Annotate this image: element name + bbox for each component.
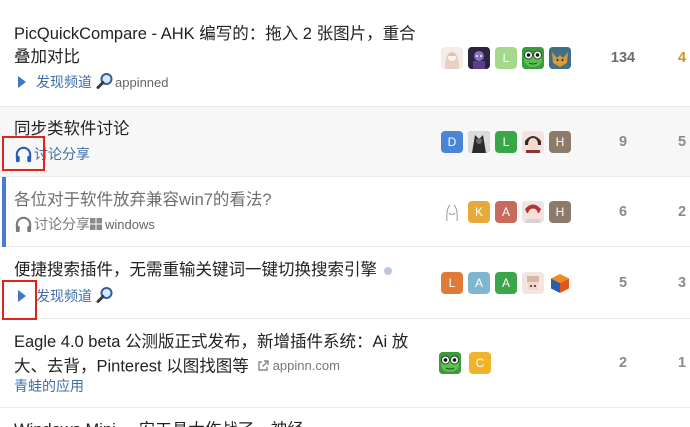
- anime-girl-avatar[interactable]: [441, 47, 463, 69]
- reply-count[interactable]: 6: [600, 204, 646, 220]
- portrait-avatar[interactable]: [522, 131, 544, 153]
- cube-avatar[interactable]: [549, 272, 571, 294]
- letter-avatar[interactable]: L: [495, 47, 517, 69]
- topic-title[interactable]: 同步类软件讨论: [14, 118, 419, 141]
- category-badge[interactable]: 发现频道: [14, 72, 92, 92]
- reply-count[interactable]: 134: [600, 50, 646, 66]
- view-count: 3: [678, 275, 687, 291]
- view-count: 4: [678, 50, 687, 66]
- category-triangle-icon: [18, 76, 26, 88]
- letter-avatar[interactable]: L: [495, 131, 517, 153]
- tag-windows[interactable]: windows: [90, 217, 155, 232]
- posters-list: D L H: [441, 131, 576, 153]
- domain-label: appinn.com: [272, 358, 340, 373]
- external-link-icon: [258, 359, 269, 371]
- view-count: 5: [678, 134, 687, 150]
- magnifier-icon: [96, 72, 114, 93]
- tag-label: appinned: [115, 74, 169, 90]
- view-count: 2: [678, 204, 687, 220]
- red-character-avatar[interactable]: [522, 201, 544, 223]
- purple-character-avatar[interactable]: [468, 47, 490, 69]
- tag-label: windows: [105, 216, 155, 232]
- dark-character-avatar[interactable]: [468, 131, 490, 153]
- topic-title[interactable]: Eagle 4.0 beta 公测版正式发布，新增插件系统：Ai 放大、去背，P…: [14, 331, 424, 379]
- topic-row: Windows Mini ... 安工具大作战了一神经: [0, 408, 690, 427]
- topic-row: PicQuickCompare - AHK 编写的：拖入 2 张图片，重合叠加对…: [0, 0, 690, 107]
- category-label: 发现频道: [36, 74, 92, 90]
- letter-avatar[interactable]: A: [495, 201, 517, 223]
- topic-title[interactable]: PicQuickCompare - AHK 编写的：拖入 2 张图片，重合叠加对…: [14, 23, 419, 69]
- category-label: 讨论分享: [34, 216, 90, 232]
- magnifier-icon: [96, 286, 114, 307]
- topic-meta: 青蛙的应用: [14, 376, 84, 396]
- category-label: 发现频道: [36, 288, 92, 304]
- topic-meta: 发现频道: [14, 286, 115, 306]
- posters-list: L: [441, 47, 576, 69]
- topic-meta: 发现频道 appinned: [14, 72, 169, 92]
- headphones-icon: [14, 145, 33, 164]
- unread-dot: [384, 266, 392, 275]
- topic-row: Eagle 4.0 beta 公测版正式发布，新增插件系统：Ai 放大、去背，P…: [0, 319, 690, 408]
- frog-avatar[interactable]: [522, 47, 544, 69]
- headphones-icon: [14, 215, 33, 234]
- letter-avatar[interactable]: D: [441, 131, 463, 153]
- letter-avatar[interactable]: A: [495, 272, 517, 294]
- pixel-avatar[interactable]: [522, 272, 544, 294]
- topic-title[interactable]: Windows Mini ... 安工具大作战了一神经: [14, 419, 419, 427]
- reply-count[interactable]: 9: [600, 134, 646, 150]
- category-label: 讨论分享: [34, 146, 90, 162]
- letter-avatar[interactable]: C: [469, 352, 491, 374]
- topic-row: 各位对于软件放弃兼容win7的看法? 讨论分享 windows K A H 6 …: [0, 177, 690, 247]
- posters-list: C: [439, 352, 496, 374]
- topic-title[interactable]: 各位对于软件放弃兼容win7的看法?: [14, 189, 419, 212]
- windows-icon: [90, 218, 102, 230]
- tag-appinned[interactable]: appinned: [96, 72, 169, 93]
- topic-title[interactable]: 便捷搜索插件，无需重输关键词一键切换搜索引擎: [14, 259, 419, 282]
- view-count: 1: [678, 355, 687, 371]
- letter-avatar[interactable]: L: [441, 272, 463, 294]
- last-visit-marker: [2, 177, 6, 247]
- posters-list: L A A: [441, 272, 576, 294]
- topic-title-text: Eagle 4.0 beta 公测版正式发布，新增插件系统：Ai 放大、去背，P…: [14, 333, 409, 376]
- category-badge[interactable]: 讨论分享: [14, 214, 90, 234]
- frog-avatar[interactable]: [439, 352, 461, 374]
- topic-row: 同步类软件讨论 讨论分享 D L H 9 5: [0, 107, 690, 177]
- letter-avatar[interactable]: H: [549, 201, 571, 223]
- reply-count[interactable]: 5: [600, 275, 646, 291]
- letter-avatar[interactable]: H: [549, 131, 571, 153]
- category-badge[interactable]: 发现频道: [14, 286, 92, 306]
- topic-meta: 讨论分享 windows: [14, 214, 155, 234]
- letter-avatar[interactable]: A: [468, 272, 490, 294]
- category-label: 青蛙的应用: [14, 378, 84, 394]
- fox-avatar[interactable]: [549, 47, 571, 69]
- topic-meta: 讨论分享: [14, 144, 90, 164]
- tag-search[interactable]: [96, 286, 115, 307]
- category-triangle-icon: [18, 290, 26, 302]
- letter-avatar[interactable]: K: [468, 201, 490, 223]
- category-badge[interactable]: 讨论分享: [14, 144, 90, 164]
- category-badge[interactable]: 青蛙的应用: [14, 376, 84, 396]
- sketch-avatar[interactable]: [441, 201, 463, 223]
- topic-row: 便捷搜索插件，无需重输关键词一键切换搜索引擎 发现频道 L A A 5 3: [0, 247, 690, 319]
- topic-domain[interactable]: appinn.com: [257, 354, 340, 377]
- topic-title-text: 便捷搜索插件，无需重输关键词一键切换搜索引擎: [14, 261, 377, 279]
- posters-list: K A H: [441, 201, 576, 223]
- reply-count[interactable]: 2: [600, 355, 646, 371]
